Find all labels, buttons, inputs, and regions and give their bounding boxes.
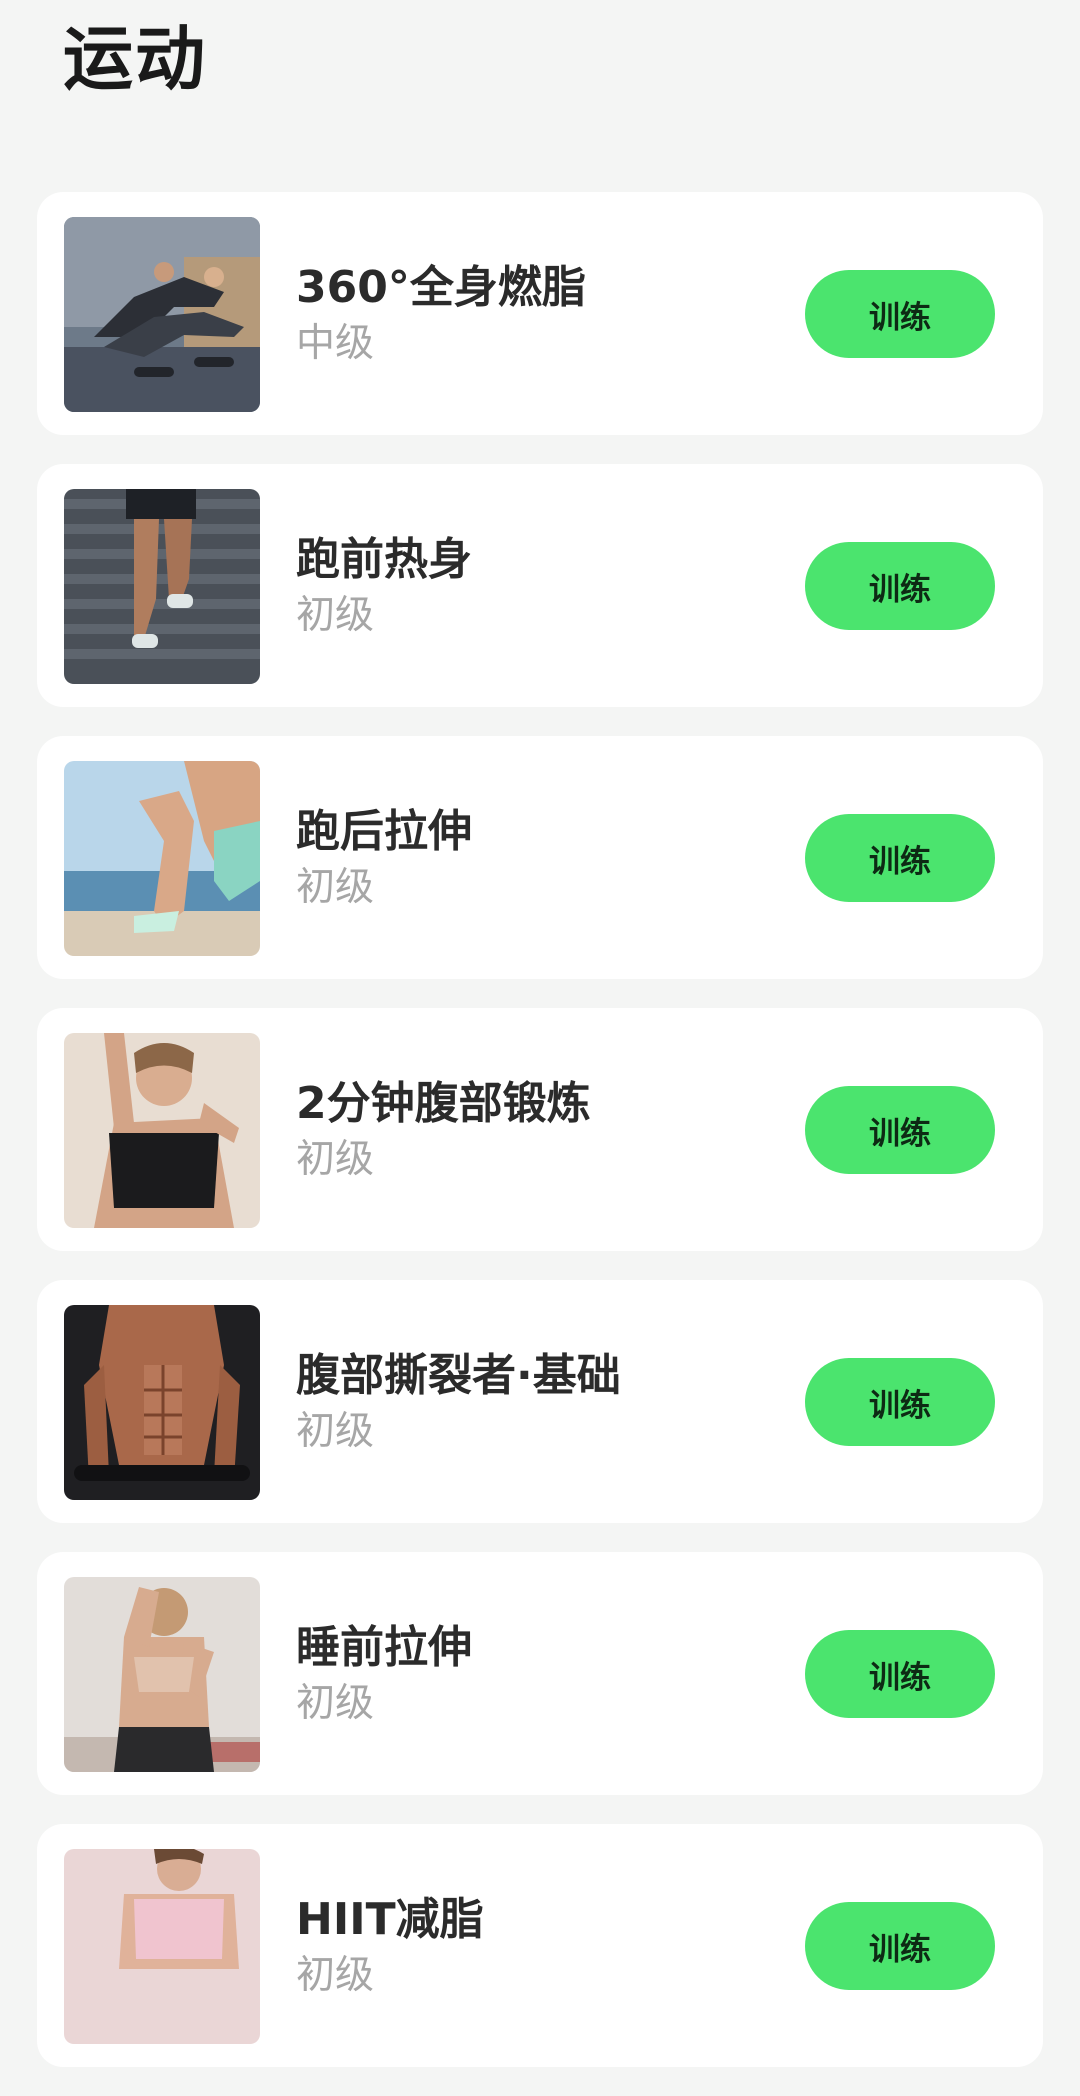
train-button[interactable]: 训练 (805, 270, 995, 358)
workout-card[interactable]: 360°全身燃脂 中级 训练 (37, 192, 1043, 435)
workout-title: 跑前热身 (296, 534, 472, 585)
workout-title: 睡前拉伸 (296, 1622, 472, 1673)
workout-level: 初级 (296, 1681, 375, 1726)
workout-thumbnail (64, 489, 260, 684)
workout-thumbnail (64, 1033, 260, 1228)
train-button[interactable]: 训练 (805, 1630, 995, 1718)
train-button[interactable]: 训练 (805, 814, 995, 902)
workout-level: 初级 (296, 865, 375, 910)
train-button[interactable]: 训练 (805, 1086, 995, 1174)
workout-title: 2分钟腹部锻炼 (296, 1078, 591, 1129)
workout-card[interactable]: 腹部撕裂者·基础 初级 训练 (37, 1280, 1043, 1523)
workout-title: 360°全身燃脂 (296, 262, 586, 313)
workout-thumbnail (64, 1305, 260, 1500)
workout-title: 跑后拉伸 (296, 806, 472, 857)
workout-card[interactable]: 2分钟腹部锻炼 初级 训练 (37, 1008, 1043, 1251)
workout-thumbnail (64, 1849, 260, 2044)
workout-level: 初级 (296, 593, 375, 638)
workout-level: 初级 (296, 1953, 375, 1998)
train-button[interactable]: 训练 (805, 1902, 995, 1990)
workout-title: HIIT减脂 (296, 1894, 484, 1945)
train-button[interactable]: 训练 (805, 1358, 995, 1446)
workout-card[interactable]: 跑前热身 初级 训练 (37, 464, 1043, 707)
workout-list: 360°全身燃脂 中级 训练 跑前热身 初级 训练 跑后拉伸 初级 训练 2分钟… (37, 192, 1043, 2096)
workout-level: 初级 (296, 1137, 375, 1182)
page-title: 运动 (63, 18, 207, 100)
workout-thumbnail (64, 1577, 260, 1772)
workout-thumbnail (64, 761, 260, 956)
workout-level: 初级 (296, 1409, 375, 1454)
workout-level: 中级 (296, 321, 375, 366)
workout-card[interactable]: HIIT减脂 初级 训练 (37, 1824, 1043, 2067)
workout-thumbnail (64, 217, 260, 412)
train-button[interactable]: 训练 (805, 542, 995, 630)
workout-card[interactable]: 跑后拉伸 初级 训练 (37, 736, 1043, 979)
workout-title: 腹部撕裂者·基础 (296, 1350, 621, 1401)
workout-card[interactable]: 睡前拉伸 初级 训练 (37, 1552, 1043, 1795)
